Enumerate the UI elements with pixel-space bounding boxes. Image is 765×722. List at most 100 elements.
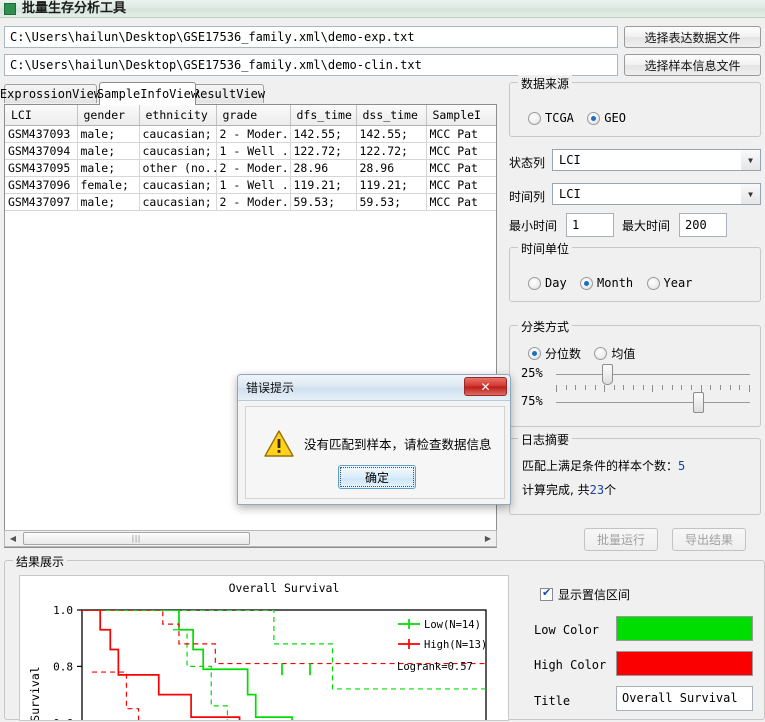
table-row[interactable]: GSM437093male;caucasian;2 - Moder...142.… xyxy=(5,125,496,143)
table-cell[interactable]: GSM437096 xyxy=(5,176,78,194)
select-clinical-file-button[interactable]: 选择样本信息文件 xyxy=(624,54,761,76)
radio-day-label: Day xyxy=(545,276,567,290)
table-cell[interactable]: 1 - Well ... xyxy=(216,142,291,160)
slider-thumb[interactable] xyxy=(693,392,705,413)
slider-track xyxy=(556,374,750,375)
export-result-button[interactable]: 导出结果 xyxy=(672,528,746,551)
table-cell[interactable]: 28.96 xyxy=(356,159,427,177)
max-time-input[interactable]: 200 xyxy=(679,213,727,237)
expression-file-path-input[interactable]: C:\Users\hailun\Desktop\GSE17536_family.… xyxy=(4,26,618,48)
radio-dot-icon xyxy=(587,111,601,125)
time-unit-title: 时间单位 xyxy=(518,240,573,257)
chevron-down-icon[interactable]: ▼ xyxy=(741,150,760,170)
table-cell[interactable]: 1 - Well ... xyxy=(216,176,291,194)
table-cell[interactable]: female; xyxy=(77,176,140,194)
tab-expression-view[interactable]: ExprossionView xyxy=(0,84,101,103)
batch-run-button[interactable]: 批量运行 xyxy=(584,528,658,551)
dialog-ok-button[interactable]: 确定 xyxy=(338,465,416,489)
radio-day[interactable]: Day xyxy=(528,276,567,290)
survival-plot[interactable]: Overall Survival 1.0 0.8 0.6 Survival Low(N=1… xyxy=(19,575,509,721)
table-cell[interactable]: caucasian; xyxy=(139,193,217,211)
table-cell[interactable]: caucasian; xyxy=(139,125,217,143)
confidence-lower-curve xyxy=(92,671,140,720)
table-cell[interactable]: 122.72; xyxy=(356,142,427,160)
low-color-swatch[interactable] xyxy=(616,616,753,641)
column-header[interactable]: grade xyxy=(216,105,291,126)
table-cell[interactable]: GSM437095 xyxy=(5,159,78,177)
clinical-file-path-input[interactable]: C:\Users\hailun\Desktop\GSE17536_family.… xyxy=(4,54,618,76)
column-header[interactable]: LCI xyxy=(5,105,78,126)
status-column-select[interactable]: LCI ▼ xyxy=(552,149,761,171)
table-cell[interactable]: caucasian; xyxy=(139,142,217,160)
tab-sample-info-view[interactable]: SampleInfoView xyxy=(97,82,198,105)
table-cell[interactable]: 122.72; xyxy=(290,142,357,160)
radio-tcga[interactable]: TCGA xyxy=(528,111,574,125)
slider-thumb[interactable] xyxy=(601,364,613,385)
table-cell[interactable]: MCC Pat xyxy=(426,193,496,211)
time-column-value: LCI xyxy=(559,187,581,201)
slider-ticks xyxy=(556,385,750,392)
close-icon[interactable]: ✕ xyxy=(464,377,507,396)
radio-year-label: Year xyxy=(663,276,693,290)
radio-quantile[interactable]: 分位数 xyxy=(528,345,581,362)
high-quantile-slider[interactable] xyxy=(556,392,750,413)
y-tick-label: 1.0 xyxy=(53,604,73,617)
table-row[interactable]: GSM437097male;caucasian;2 - Moder...59.5… xyxy=(5,193,496,211)
radio-year[interactable]: Year xyxy=(646,276,693,290)
table-cell[interactable]: 142.55; xyxy=(356,125,427,143)
table-cell[interactable]: 119.21; xyxy=(290,176,357,194)
low-quantile-slider[interactable] xyxy=(556,364,750,385)
scroll-left-arrow-icon[interactable]: ◀ xyxy=(5,531,21,546)
table-cell[interactable]: caucasian; xyxy=(139,176,217,194)
scroll-right-arrow-icon[interactable]: ▶ xyxy=(480,531,496,546)
logrank-annotation: Logrank=0.57 xyxy=(397,661,473,673)
table-cell[interactable]: 2 - Moder... xyxy=(216,193,291,211)
chevron-down-icon[interactable]: ▼ xyxy=(741,184,760,204)
table-row[interactable]: GSM437094male;caucasian;1 - Well ...122.… xyxy=(5,142,496,160)
table-cell[interactable]: 59.53; xyxy=(356,193,427,211)
show-confidence-interval-checkbox[interactable]: 显示置信区间 xyxy=(540,586,630,603)
table-cell[interactable]: other (no... xyxy=(139,159,217,177)
radio-mean[interactable]: 均值 xyxy=(594,345,635,362)
table-cell[interactable]: 142.55; xyxy=(290,125,357,143)
status-column-label: 状态列 xyxy=(509,156,546,170)
max-time-label: 最大时间 xyxy=(622,219,671,233)
column-header[interactable]: dfs_time xyxy=(290,105,357,126)
table-horizontal-scrollbar[interactable]: ◀ ||| ▶ xyxy=(4,530,497,547)
column-header[interactable]: SampleI xyxy=(426,105,496,126)
table-row[interactable]: GSM437096female;caucasian;1 - Well ...11… xyxy=(5,176,496,194)
table-cell[interactable]: MCC Pat xyxy=(426,142,496,160)
radio-month[interactable]: Month xyxy=(580,276,633,290)
min-time-input[interactable]: 1 xyxy=(566,213,614,237)
tab-result-view[interactable]: ResultView xyxy=(193,84,265,103)
table-cell[interactable]: GSM437097 xyxy=(5,193,78,211)
table-cell[interactable]: 28.96 xyxy=(290,159,357,177)
slider-track xyxy=(556,402,750,403)
table-cell[interactable]: male; xyxy=(77,142,140,160)
table-cell[interactable]: MCC Pat xyxy=(426,176,496,194)
scrollbar-thumb[interactable]: ||| xyxy=(23,532,250,545)
high-color-swatch[interactable] xyxy=(616,651,753,676)
app-icon xyxy=(4,3,16,15)
table-row[interactable]: GSM437095male;other (no...2 - Moder...28… xyxy=(5,159,496,177)
column-header[interactable]: gender xyxy=(77,105,140,126)
radio-geo[interactable]: GEO xyxy=(587,111,626,125)
column-header[interactable]: dss_time xyxy=(356,105,427,126)
table-cell[interactable]: 2 - Moder... xyxy=(216,125,291,143)
table-cell[interactable]: MCC Pat xyxy=(426,125,496,143)
table-cell[interactable]: GSM437093 xyxy=(5,125,78,143)
column-header[interactable]: ethnicity xyxy=(139,105,217,126)
table-cell[interactable]: 119.21; xyxy=(356,176,427,194)
plot-title-input[interactable]: Overall Survival xyxy=(616,686,753,711)
table-cell[interactable]: GSM437094 xyxy=(5,142,78,160)
table-cell[interactable]: 59.53; xyxy=(290,193,357,211)
data-source-group: 数据来源 TCGA GEO xyxy=(509,75,761,137)
table-cell[interactable]: male; xyxy=(77,125,140,143)
table-cell[interactable]: male; xyxy=(77,193,140,211)
table-cell[interactable]: MCC Pat xyxy=(426,159,496,177)
time-column-select[interactable]: LCI ▼ xyxy=(552,183,761,205)
status-column-value: LCI xyxy=(559,153,581,167)
table-cell[interactable]: male; xyxy=(77,159,140,177)
table-cell[interactable]: 2 - Moder... xyxy=(216,159,291,177)
select-expression-file-button[interactable]: 选择表达数据文件 xyxy=(624,26,761,48)
